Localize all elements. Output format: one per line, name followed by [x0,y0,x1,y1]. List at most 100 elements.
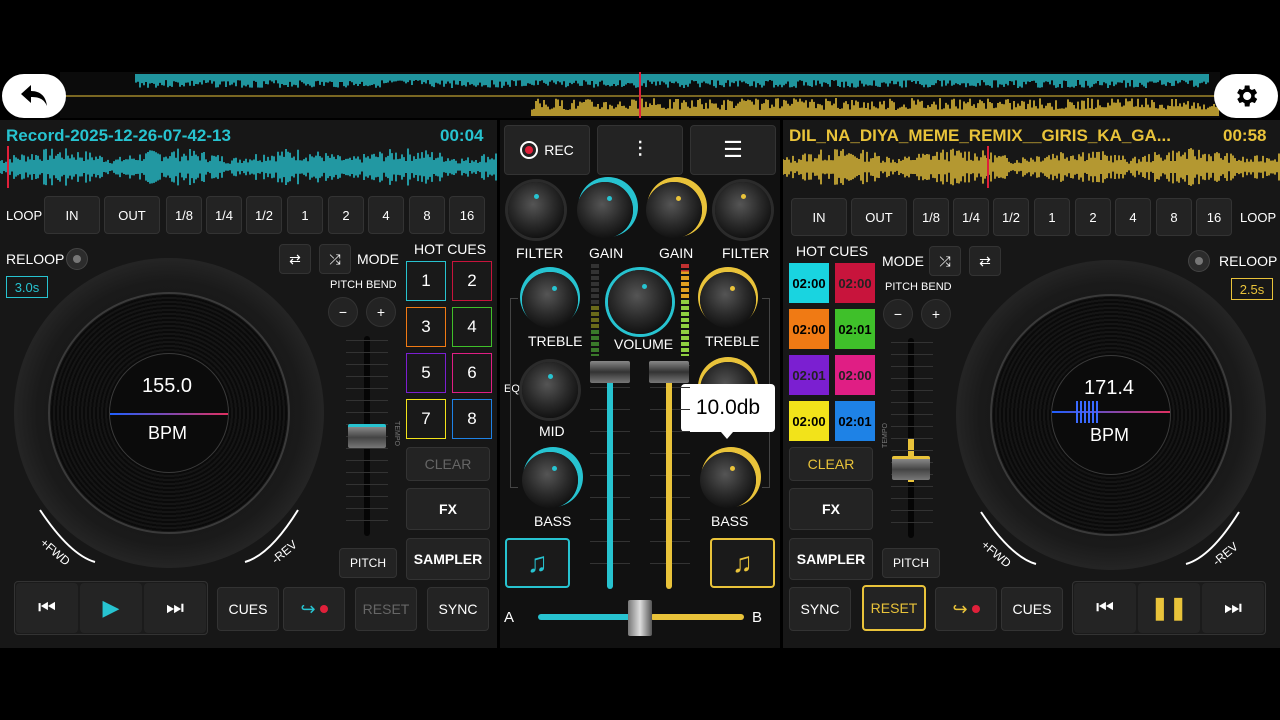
deck-a-tempo-thumb[interactable] [348,424,386,448]
back-button[interactable] [2,74,66,118]
deck-b-hot-cue[interactable]: 02:01 [789,355,829,395]
deck-a-clear-button[interactable]: CLEAR [406,447,490,481]
crossfader-thumb[interactable] [628,600,652,636]
deck-a-cues-button[interactable]: CUES [217,587,279,631]
deck-b-waveform[interactable] [783,146,1280,188]
deck-a-loop-button[interactable]: OUT [104,196,160,234]
deck-a-pitch-plus[interactable]: + [366,297,396,327]
deck-a-library-button[interactable]: ♫ [505,538,570,588]
deck-a-loop-button[interactable]: 1/4 [206,196,242,234]
gain-right-knob[interactable] [646,182,702,238]
deck-a-pitch-button[interactable]: PITCH [339,548,397,578]
deck-b-loop-mode-button[interactable]: ⇄ [969,246,1001,276]
deck-a-hot-cue[interactable]: 3 [406,307,446,347]
deck-a-hot-cue[interactable]: 1 [406,261,446,301]
deck-b-reset-button[interactable]: RESET [862,585,926,631]
deck-b-hot-cue[interactable]: 02:01 [835,309,875,349]
deck-a-next-button[interactable]: ⏭ [144,583,206,633]
volume-knob[interactable] [608,270,672,334]
deck-a-loop-button[interactable]: 1 [287,196,323,234]
deck-b-pitch-plus[interactable]: + [921,299,951,329]
filter-right-knob[interactable] [715,182,771,238]
deck-b-hot-cue[interactable]: 02:00 [789,263,829,303]
deck-b-hot-cue[interactable]: 02:01 [835,401,875,441]
channel-a-fader-thumb[interactable] [590,361,630,383]
deck-b-loop-button[interactable]: 1/4 [953,198,989,236]
deck-b-loop-button[interactable]: 4 [1115,198,1151,236]
deck-a-reloop-toggle[interactable] [66,248,88,270]
menu-button[interactable]: ☰ [690,125,776,175]
deck-b-next-button[interactable]: ⏭ [1202,583,1264,633]
deck-b-hot-cue[interactable]: 02:00 [789,309,829,349]
deck-a-prev-button[interactable]: ⏮ [16,583,78,633]
deck-a-loop-button[interactable]: 8 [409,196,445,234]
deck-a-loop-button[interactable]: 1/2 [246,196,282,234]
channel-b-fader-thumb[interactable] [649,361,689,383]
channel-b-fader-track[interactable] [666,375,672,589]
deck-b-shuffle-button[interactable]: ⤮ [929,246,961,276]
deck-b-fx-button[interactable]: FX [789,488,873,530]
gain-left-knob[interactable] [577,182,633,238]
deck-a-waveform[interactable] [0,146,497,188]
deck-b-hot-cue[interactable]: 02:00 [835,355,875,395]
deck-a-loop-button[interactable]: 16 [449,196,485,234]
deck-b-prev-button[interactable]: ⏮ [1074,583,1136,633]
deck-a-reloop-value[interactable]: 3.0s [6,276,48,298]
deck-a-loop-button[interactable]: 1/8 [166,196,202,234]
deck-b-tempo-thumb[interactable] [892,456,930,480]
crossfader-track-a[interactable] [538,614,636,620]
deck-a-loop-button[interactable]: IN [44,196,100,234]
deck-b-pitch-button[interactable]: PITCH [882,548,940,578]
crossfader-track-b[interactable] [650,614,744,620]
deck-a-sampler-button[interactable]: SAMPLER [406,538,490,580]
deck-b-loop-button[interactable]: 1/8 [913,198,949,236]
mixer-settings-button[interactable]: ⫶ [597,125,683,175]
deck-b-library-button[interactable]: ♫ [710,538,775,588]
deck-b-reloop-toggle[interactable] [1188,250,1210,272]
rec-button[interactable]: REC [504,125,590,175]
deck-a-pitch-minus[interactable]: − [328,297,358,327]
deck-a-hot-cue[interactable]: 6 [452,353,492,393]
settings-button[interactable] [1214,74,1278,118]
deck-b-hot-cue[interactable]: 02:00 [835,263,875,303]
deck-a-hot-cue[interactable]: 5 [406,353,446,393]
deck-a-hot-cue[interactable]: 8 [452,399,492,439]
deck-a-sync-button[interactable]: SYNC [427,587,489,631]
deck-b-loop-button[interactable]: 2 [1075,198,1111,236]
mid-left-knob[interactable] [522,362,578,418]
treble-left-knob[interactable] [522,272,578,328]
deck-b-record-loop-button[interactable]: ↪ [935,587,997,631]
channel-a-fader-track[interactable] [607,375,613,589]
deck-b-loop-button[interactable]: 16 [1196,198,1232,236]
deck-b-cues-button[interactable]: CUES [1001,587,1063,631]
deck-a-loop-mode-button[interactable]: ⇄ [279,244,311,274]
deck-b-loop-button[interactable]: 8 [1156,198,1192,236]
deck-a-loop-button[interactable]: 2 [328,196,364,234]
filter-left-knob[interactable] [508,182,564,238]
deck-b-clear-button[interactable]: CLEAR [789,447,873,481]
bass-right-knob[interactable] [700,452,756,508]
deck-a-reset-button[interactable]: RESET [355,587,417,631]
deck-b-loop-button[interactable]: 1/2 [993,198,1029,236]
overview-waveform[interactable] [60,72,1220,118]
deck-a-hot-cue[interactable]: 7 [406,399,446,439]
deck-b-pause-button[interactable]: ❚❚ [1138,583,1200,633]
bass-left-knob[interactable] [522,452,578,508]
deck-a-shuffle-button[interactable]: ⤮ [319,244,351,274]
deck-b-loop-button[interactable]: 1 [1034,198,1070,236]
deck-a-hot-cue[interactable]: 2 [452,261,492,301]
deck-a-hot-cue[interactable]: 4 [452,307,492,347]
treble-right-knob[interactable] [700,272,756,328]
deck-b-pitch-minus[interactable]: − [883,299,913,329]
deck-b-sampler-button[interactable]: SAMPLER [789,538,873,580]
deck-a-fx-button[interactable]: FX [406,488,490,530]
deck-b-loop-button[interactable]: IN [791,198,847,236]
deck-a-play-button[interactable]: ▶ [80,583,142,633]
deck-a-record-loop-button[interactable]: ↪ [283,587,345,631]
deck-b-hot-cue[interactable]: 02:00 [789,401,829,441]
deck-b-loop-button[interactable]: OUT [851,198,907,236]
deck-b-sync-button[interactable]: SYNC [789,587,851,631]
deck-b: DIL_NA_DIYA_MEME_REMIX__GIRIS_KA_GA... 0… [783,120,1280,648]
deck-a-loop-button[interactable]: 4 [368,196,404,234]
deck-b-reloop-value[interactable]: 2.5s [1231,278,1273,300]
